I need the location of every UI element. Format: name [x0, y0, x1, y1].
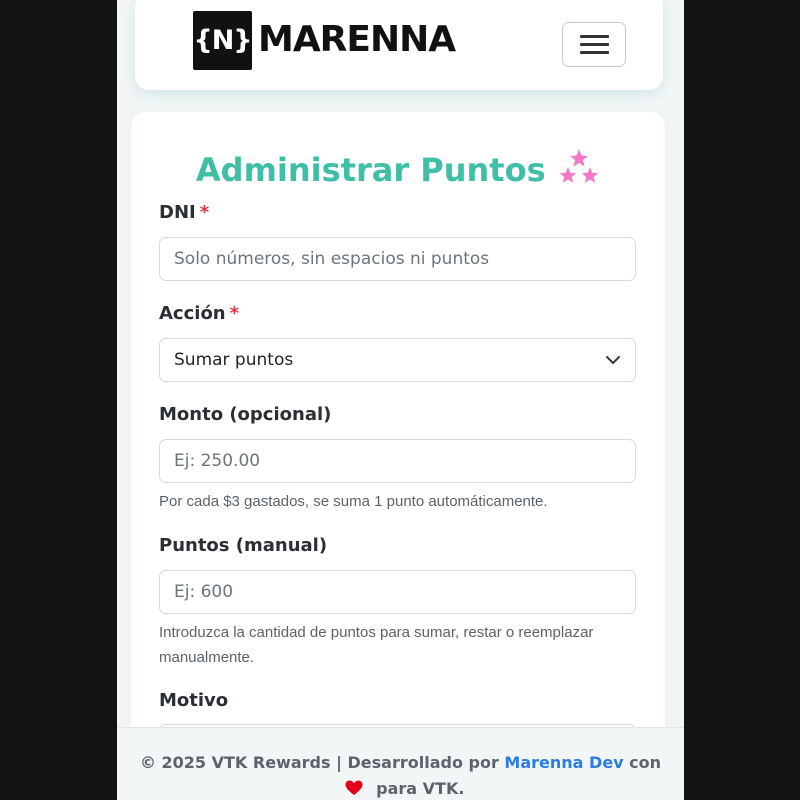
logo-mark[interactable]: {N} [193, 11, 253, 70]
footer-middle: con [629, 753, 662, 772]
required-mark: * [229, 303, 240, 324]
form-header: Administrar Puntos [131, 148, 665, 191]
accion-select[interactable]: Sumar puntos [159, 338, 636, 382]
required-mark: * [199, 202, 210, 223]
navbar: {N} MARENNA [135, 0, 663, 90]
points-form-card: Administrar Puntos DNI* Acción* Sumar pu… [131, 112, 665, 800]
puntos-label: Puntos (manual) [159, 535, 328, 556]
monto-label: Monto (opcional) [159, 404, 332, 425]
accion-selected-value: Sumar puntos [174, 350, 294, 370]
accion-label: Acción * [159, 303, 240, 324]
heart-icon [345, 778, 363, 800]
chevron-down-icon [605, 352, 621, 373]
page-title: Administrar Puntos [195, 150, 546, 189]
page-viewport: {N} MARENNA Administrar Puntos DNI * Sol… [117, 0, 684, 800]
footer: © 2025 VTK Rewards | Desarrollado por Ma… [117, 727, 684, 800]
footer-suffix: para VTK. [376, 779, 465, 798]
brand-name[interactable]: MARENNA [258, 18, 456, 62]
motivo-label: Motivo [159, 690, 229, 711]
footer-prefix: © 2025 VTK Rewards | Desarrollado por [139, 753, 499, 772]
stars-icon [558, 148, 600, 191]
monto-help-text: Por cada $3 gastados, se suma 1 punto au… [159, 493, 548, 510]
dni-input[interactable] [159, 237, 636, 281]
hamburger-menu-button[interactable] [562, 22, 626, 67]
hamburger-icon [580, 35, 609, 38]
dni-label: DNI * [159, 202, 210, 223]
monto-input[interactable] [159, 439, 636, 483]
puntos-input[interactable] [159, 570, 636, 614]
marenna-dev-link[interactable]: Marenna Dev [504, 753, 623, 772]
puntos-help-text: Introduzca la cantidad de puntos para su… [159, 624, 594, 666]
